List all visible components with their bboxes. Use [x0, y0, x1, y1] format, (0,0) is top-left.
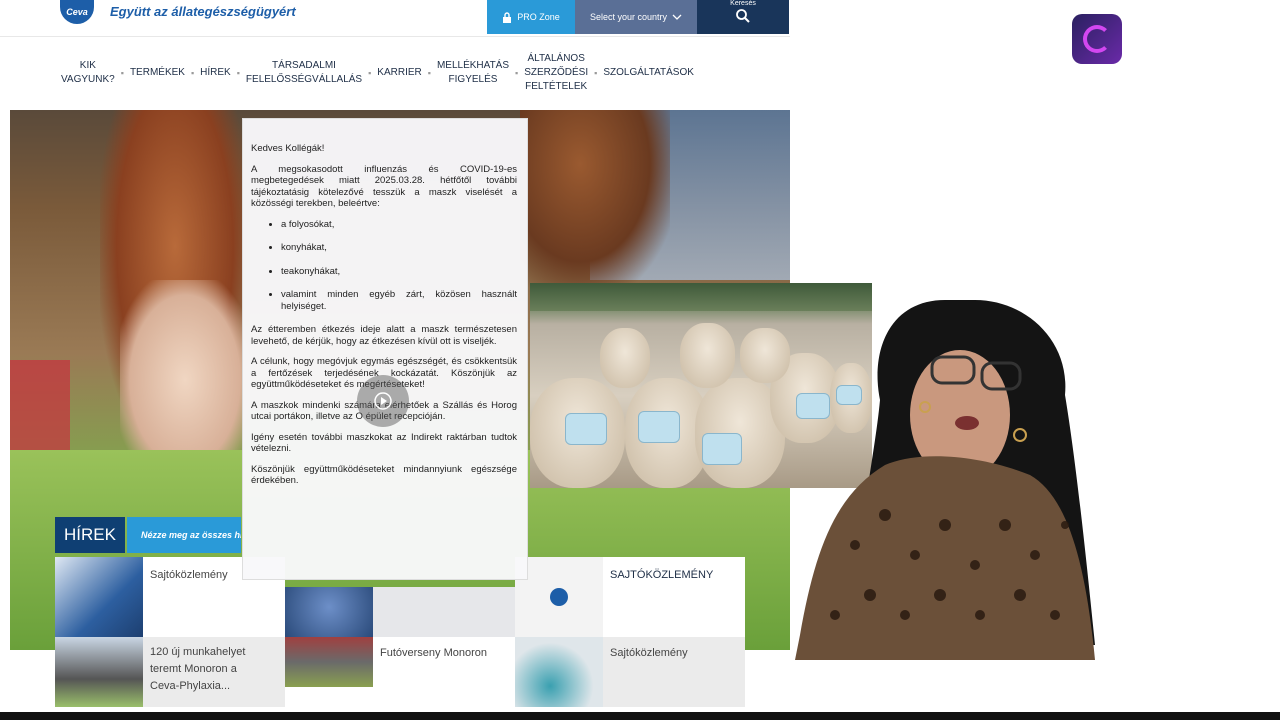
chevron-down-icon	[672, 14, 682, 20]
pro-zone-button[interactable]: PRO Zone	[487, 0, 575, 34]
notice-greeting: Kedves Kollégák!	[251, 143, 325, 154]
hero-stripe	[10, 360, 70, 450]
news-card-title: SAJTÓKÖZLEMÉNY	[610, 569, 714, 581]
tagline: Együtt az állategészségügyért	[110, 4, 296, 19]
notice-list-item: konyhákat,	[281, 242, 517, 254]
notice-paragraph: Köszönjük együttműködéseteket mindannyiu…	[251, 463, 517, 487]
notice-list-item: a folyosókat,	[281, 219, 517, 231]
nav-item-mellekhatas[interactable]: MELLÉKHATÁS FIGYELÉS	[431, 59, 515, 87]
face-mask	[638, 411, 680, 443]
news-card[interactable]	[285, 587, 515, 637]
nav-item-aszf[interactable]: ÁLTALÁNOS SZERZŐDÉSI FELTÉTELEK	[518, 52, 594, 94]
news-tab[interactable]: HÍREK	[55, 517, 125, 553]
nav-item-szolgaltatasok[interactable]: SZOLGÁLTATÁSOK	[597, 66, 700, 80]
play-icon	[374, 392, 392, 410]
search-button[interactable]: Keresés	[697, 0, 789, 34]
news-thumb	[285, 637, 373, 687]
news-thumb	[515, 637, 603, 707]
news-thumb	[285, 587, 373, 637]
pro-zone-label: PRO Zone	[517, 12, 560, 22]
nav-item-kik-vagyunk[interactable]: KIK VAGYUNK?	[55, 59, 121, 87]
sheep-figure	[600, 328, 650, 388]
notice-list: a folyosókat, konyhákat, teakonyhákat, v…	[251, 219, 517, 313]
news-all-link[interactable]: Nézze meg az összes hírt	[127, 517, 241, 553]
notice-list-item: valamint minden egyéb zárt, közösen hasz…	[281, 289, 517, 312]
news-card-title: Sajtóközlemény	[610, 647, 688, 659]
face-mask	[702, 433, 742, 465]
face-mask	[565, 413, 607, 445]
notice-paragraph: A megsokasodott influenzás és COVID-19-e…	[251, 163, 517, 210]
notice-paragraph: Igény esetén további maszkokat az Indire…	[251, 431, 517, 455]
main-nav: KIK VAGYUNK? ▪ TERMÉKEK ▪ HÍREK ▪ TÁRSAD…	[55, 50, 755, 96]
sheep-figure	[740, 328, 790, 383]
notice-paragraph: Az étteremben étkezés ideje alatt a masz…	[251, 324, 517, 347]
top-bar: Ceva Együtt az állategészségügyért PRO Z…	[0, 0, 790, 37]
news-card-title: Sajtóközlemény	[150, 569, 228, 581]
news-card-title: Futóverseny Monoron	[380, 647, 487, 659]
news-card[interactable]: Futóverseny Monoron	[285, 637, 515, 687]
news-thumb	[55, 557, 143, 637]
news-thumb	[515, 557, 603, 637]
search-label: Keresés	[730, 0, 756, 7]
country-select[interactable]: Select your country	[575, 0, 697, 34]
lock-icon	[503, 11, 512, 23]
play-button[interactable]	[357, 375, 409, 427]
news-card-title: 120 új munkahelyet teremt Monoron a Ceva…	[150, 646, 246, 692]
notice-list-item: teakonyhákat,	[281, 266, 517, 278]
sheep-figure	[680, 323, 735, 388]
app-logo-icon	[1072, 14, 1122, 64]
presenter-video	[795, 300, 1095, 660]
search-icon	[736, 9, 750, 23]
news-card[interactable]: Sajtóközlemény	[515, 637, 745, 707]
ceva-logo-icon	[550, 588, 568, 606]
nav-item-termekek[interactable]: TERMÉKEK	[124, 66, 191, 80]
ceva-logo[interactable]: Ceva	[60, 0, 94, 24]
nav-item-tarsadalmi[interactable]: TÁRSADALMI FELELŐSSÉGVÁLLALÁS	[240, 59, 368, 87]
nav-item-karrier[interactable]: KARRIER	[371, 66, 427, 80]
mask-notice-overlay: Kedves Kollégák! A megsokasodott influen…	[242, 118, 528, 580]
news-card[interactable]: 120 új munkahelyet teremt Monoron a Ceva…	[55, 637, 285, 707]
bottom-bar	[0, 712, 1280, 720]
country-select-label: Select your country	[589, 12, 668, 22]
hero-hair-right	[520, 110, 670, 290]
news-thumb	[55, 637, 143, 707]
nav-item-hirek[interactable]: HÍREK	[194, 66, 237, 80]
news-card[interactable]: SAJTÓKÖZLEMÉNY	[515, 557, 745, 637]
